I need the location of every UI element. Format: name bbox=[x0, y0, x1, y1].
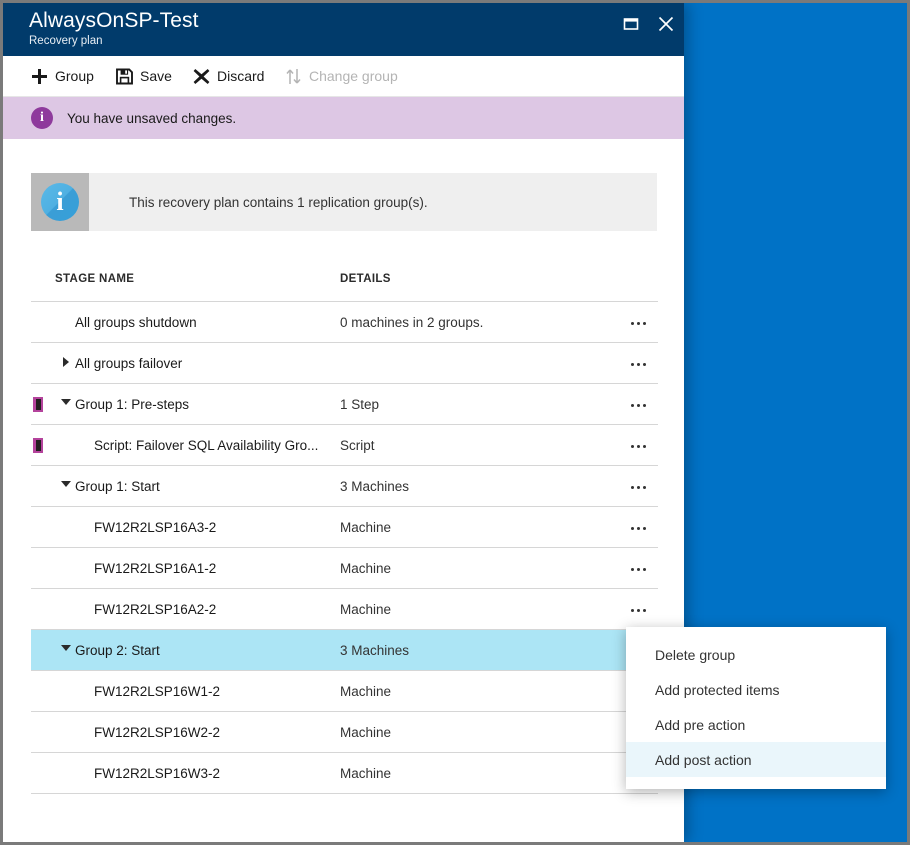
save-label: Save bbox=[140, 68, 172, 84]
add-group-label: Group bbox=[55, 68, 94, 84]
row-stage-name: FW12R2LSP16W2-2 bbox=[94, 725, 221, 740]
chevron-down-icon[interactable] bbox=[61, 645, 71, 651]
close-icon[interactable] bbox=[653, 11, 679, 37]
unsaved-changes-banner: i You have unsaved changes. bbox=[3, 97, 684, 139]
row-stage-name: FW12R2LSP16A1-2 bbox=[94, 561, 217, 576]
replication-group-infobox: i This recovery plan contains 1 replicat… bbox=[31, 173, 657, 231]
row-details: Machine bbox=[340, 520, 392, 535]
row-details: Machine bbox=[340, 684, 392, 699]
x-cross-icon bbox=[193, 68, 210, 85]
sort-arrows-icon bbox=[285, 68, 302, 85]
table-row[interactable]: FW12R2LSP16W1-2 Machine bbox=[31, 671, 658, 712]
table-row[interactable]: FW12R2LSP16A2-2 Machine bbox=[31, 589, 658, 630]
row-stage-name: Group 1: Pre-steps bbox=[75, 397, 190, 412]
table-row[interactable]: All groups shutdown 0 machines in 2 group… bbox=[31, 302, 658, 343]
table-row[interactable]: FW12R2LSP16A1-2 Machine bbox=[31, 548, 658, 589]
chevron-down-icon[interactable] bbox=[61, 399, 71, 405]
row-details: Machine bbox=[340, 725, 392, 740]
row-details: 0 machines in 2 groups. bbox=[340, 315, 484, 330]
row-stage-name: FW12R2LSP16A3-2 bbox=[94, 520, 217, 535]
column-header-stage-name: STAGE NAME bbox=[55, 273, 135, 285]
chevron-right-icon[interactable] bbox=[63, 357, 69, 367]
ellipsis-icon[interactable] bbox=[623, 477, 653, 497]
ellipsis-icon[interactable] bbox=[623, 518, 653, 538]
menu-item[interactable]: Delete group bbox=[626, 637, 886, 672]
row-details: 1 Step bbox=[340, 397, 380, 412]
row-details: Machine bbox=[340, 766, 392, 781]
grid-body: All groups shutdown 0 machines in 2 group… bbox=[31, 302, 658, 794]
add-group-button[interactable]: Group bbox=[31, 56, 94, 96]
row-details: 3 Machines bbox=[340, 643, 410, 658]
replication-group-marker bbox=[33, 438, 43, 453]
infobox-text: This recovery plan contains 1 replicatio… bbox=[129, 194, 428, 210]
grid-header: STAGE NAME DETAILS bbox=[31, 261, 658, 302]
table-row[interactable]: FW12R2LSP16W3-2 Machine bbox=[31, 753, 658, 794]
row-details: 3 Machines bbox=[340, 479, 410, 494]
table-row[interactable]: Script: Failover SQL Availability Gro...… bbox=[31, 425, 658, 466]
row-stage-name: Group 2: Start bbox=[75, 643, 160, 658]
row-details: Script bbox=[340, 438, 375, 453]
ellipsis-icon[interactable] bbox=[623, 559, 653, 579]
discard-label: Discard bbox=[217, 68, 265, 84]
page-title: AlwaysOnSP-Test bbox=[29, 9, 199, 32]
row-stage-name: FW12R2LSP16A2-2 bbox=[94, 602, 217, 617]
row-stage-name: All groups failover bbox=[75, 356, 183, 371]
row-context-menu: Delete group Add protected items Add pre a… bbox=[626, 627, 886, 789]
save-disk-icon bbox=[116, 68, 133, 85]
discard-button[interactable]: Discard bbox=[193, 56, 264, 96]
unsaved-changes-text: You have unsaved changes. bbox=[67, 110, 237, 126]
stages-grid: STAGE NAME DETAILS All groups shutdown 0 … bbox=[31, 261, 658, 794]
ellipsis-icon[interactable] bbox=[623, 395, 653, 415]
menu-item[interactable]: Add post action bbox=[626, 742, 886, 777]
row-stage-name: Group 1: Start bbox=[75, 479, 160, 494]
table-row[interactable]: Group 1: Start 3 Machines bbox=[31, 466, 658, 507]
info-circle-icon: i bbox=[41, 183, 79, 221]
menu-item[interactable]: Add protected items bbox=[626, 672, 886, 707]
row-stage-name: FW12R2LSP16W1-2 bbox=[94, 684, 221, 699]
column-header-details: DETAILS bbox=[340, 273, 391, 285]
change-group-label: Change group bbox=[309, 68, 398, 84]
blade-title-bar: AlwaysOnSP-Test Recovery plan bbox=[3, 3, 684, 56]
table-row[interactable]: Group 2: Start 3 Machines bbox=[31, 630, 658, 671]
row-stage-name: Script: Failover SQL Availability Gro... bbox=[94, 438, 319, 453]
recovery-plan-blade: AlwaysOnSP-Test Recovery plan Group Save… bbox=[3, 3, 684, 842]
save-button[interactable]: Save bbox=[116, 56, 172, 96]
row-stage-name: All groups shutdown bbox=[75, 315, 197, 330]
row-details: Machine bbox=[340, 602, 392, 617]
info-circle-icon: i bbox=[31, 107, 53, 129]
row-details: Machine bbox=[340, 561, 392, 576]
table-row[interactable]: FW12R2LSP16W2-2 Machine bbox=[31, 712, 658, 753]
ellipsis-icon[interactable] bbox=[623, 313, 653, 333]
table-row[interactable]: Group 1: Pre-steps 1 Step bbox=[31, 384, 658, 425]
chevron-down-icon[interactable] bbox=[61, 481, 71, 487]
table-row[interactable]: FW12R2LSP16A3-2 Machine bbox=[31, 507, 658, 548]
replication-group-marker bbox=[33, 397, 43, 412]
ellipsis-icon[interactable] bbox=[623, 436, 653, 456]
page-subtitle: Recovery plan bbox=[29, 35, 103, 47]
ellipsis-icon[interactable] bbox=[623, 354, 653, 374]
azure-portal-background: AlwaysOnSP-Test Recovery plan Group Save… bbox=[0, 0, 910, 845]
maximize-icon[interactable] bbox=[618, 11, 644, 37]
plus-icon bbox=[31, 68, 48, 85]
command-bar: Group Save Discard Change group bbox=[3, 56, 684, 97]
table-row[interactable]: All groups failover bbox=[31, 343, 658, 384]
change-group-button[interactable]: Change group bbox=[285, 56, 398, 96]
row-stage-name: FW12R2LSP16W3-2 bbox=[94, 766, 221, 781]
ellipsis-icon[interactable] bbox=[623, 600, 653, 620]
infobox-icon-container: i bbox=[31, 173, 89, 231]
menu-item[interactable]: Add pre action bbox=[626, 707, 886, 742]
